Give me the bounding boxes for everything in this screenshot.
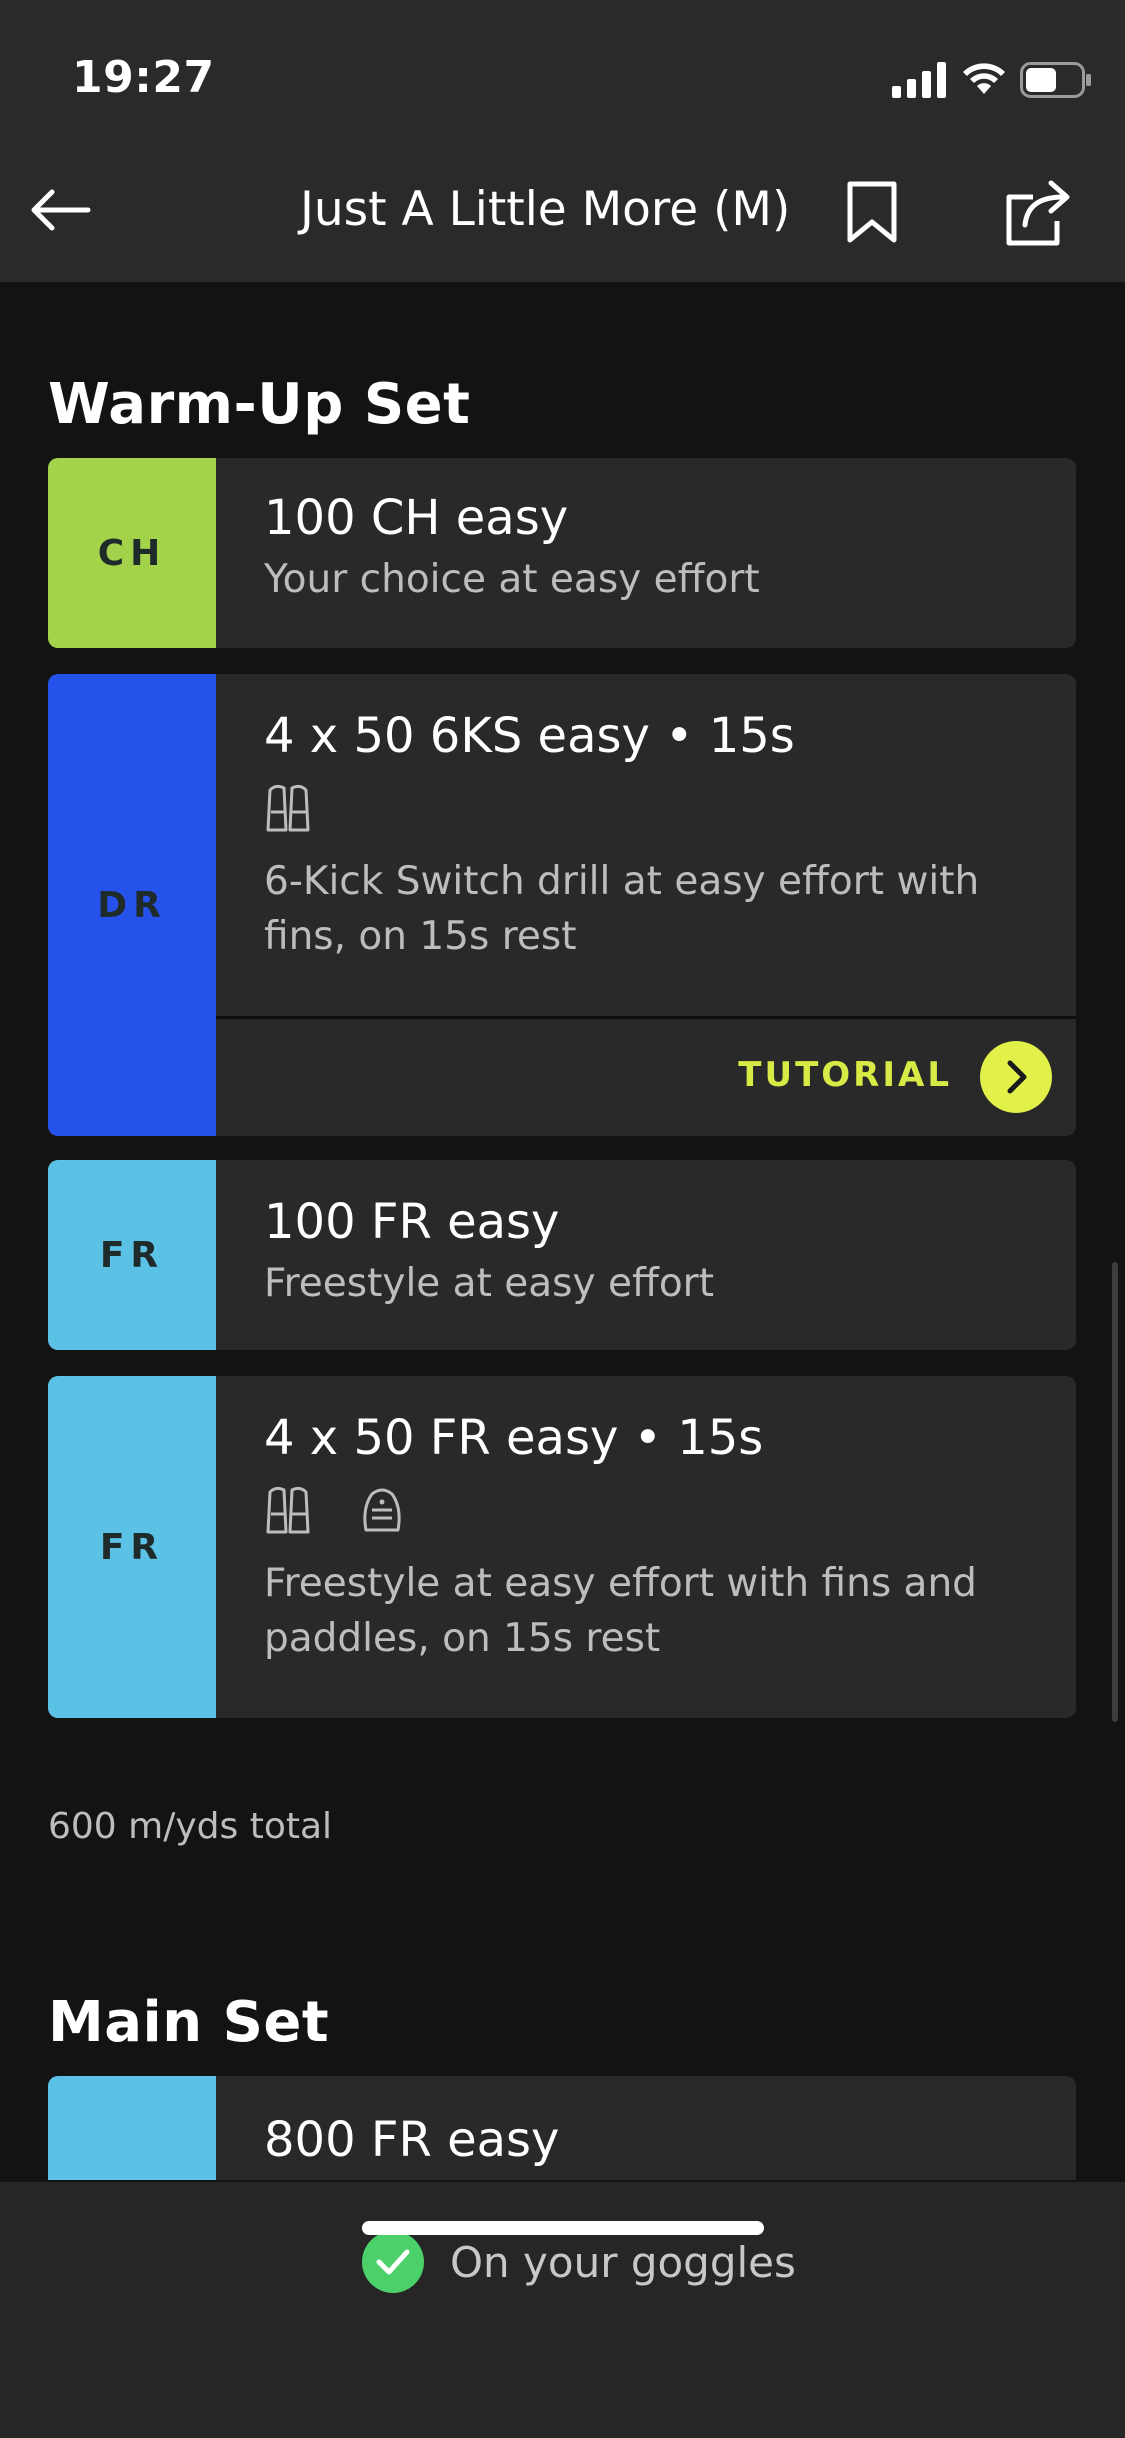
- back-button[interactable]: [24, 180, 96, 240]
- status-bar: 19:27: [0, 0, 1125, 140]
- status-time: 19:27: [72, 52, 215, 103]
- share-icon: [1006, 180, 1070, 246]
- tutorial-link[interactable]: TUTORIAL: [216, 1019, 1076, 1135]
- battery-icon: [1020, 62, 1091, 98]
- bookmark-button[interactable]: [842, 178, 902, 246]
- stroke-badge: FR: [48, 1160, 216, 1350]
- stroke-label: FR: [99, 1234, 165, 1276]
- wifi-icon: [963, 63, 1005, 94]
- equipment-row: [264, 1480, 1046, 1540]
- tutorial-button[interactable]: [980, 1041, 1052, 1113]
- share-button[interactable]: [1000, 176, 1076, 248]
- section-title-warmup: Warm-Up Set: [48, 372, 471, 437]
- cellular-signal-icon: [892, 62, 946, 98]
- set-title: 4 x 50 6KS easy • 15s: [264, 708, 795, 764]
- bookmark-icon: [847, 181, 897, 243]
- set-card-choice[interactable]: CH 100 CH easy Your choice at easy effor…: [48, 458, 1076, 648]
- set-title: 4 x 50 FR easy • 15s: [264, 1410, 764, 1466]
- set-card-drill[interactable]: DR 4 x 50 6KS easy • 15s 6-Kick Switch d…: [48, 674, 1076, 1136]
- tutorial-label: TUTORIAL: [738, 1055, 952, 1095]
- stroke-badge: CH: [48, 458, 216, 648]
- page-title: Just A Little More (M): [300, 182, 791, 237]
- set-card-freestyle[interactable]: FR 100 FR easy Freestyle at easy effort: [48, 1160, 1076, 1350]
- stroke-label: CH: [97, 532, 167, 574]
- set-description: Freestyle at easy effort: [264, 1261, 715, 1306]
- goggles-status-bar: On your goggles: [0, 2180, 1125, 2438]
- arrow-left-icon: [31, 189, 91, 231]
- set-total: 600 m/yds total: [48, 1806, 333, 1847]
- set-title: 100 CH easy: [264, 490, 569, 546]
- fins-icon: [266, 784, 310, 832]
- goggles-status-label: On your goggles: [450, 2237, 796, 2287]
- equipment-row: [264, 778, 1046, 838]
- stroke-label: FR: [99, 1526, 165, 1568]
- paddles-icon: [363, 1488, 401, 1532]
- set-description: Your choice at easy effort: [264, 557, 760, 602]
- scrollbar[interactable]: [1112, 1262, 1118, 1722]
- stroke-badge: DR: [48, 674, 216, 1136]
- section-title-main: Main Set: [48, 1990, 330, 2055]
- goggles-status: On your goggles: [362, 2230, 796, 2294]
- set-card-freestyle-equipment[interactable]: FR 4 x 50 FR easy • 15s Freestyle at eas…: [48, 1376, 1076, 1718]
- set-description: 6-Kick Switch drill at easy effort with …: [264, 859, 980, 959]
- set-description: Freestyle at easy effort with fins and p…: [264, 1561, 977, 1661]
- check-circle-icon: [362, 2231, 424, 2293]
- fins-icon: [266, 1486, 310, 1534]
- stroke-badge: FR: [48, 1376, 216, 1718]
- chevron-right-icon: [1007, 1060, 1027, 1094]
- checkmark-icon: [376, 2249, 410, 2275]
- set-title: 100 FR easy: [264, 1194, 560, 1250]
- nav-bar: Just A Little More (M): [0, 140, 1125, 282]
- stroke-label: DR: [97, 884, 167, 926]
- home-indicator[interactable]: [362, 2221, 764, 2235]
- set-title: 800 FR easy: [264, 2112, 560, 2168]
